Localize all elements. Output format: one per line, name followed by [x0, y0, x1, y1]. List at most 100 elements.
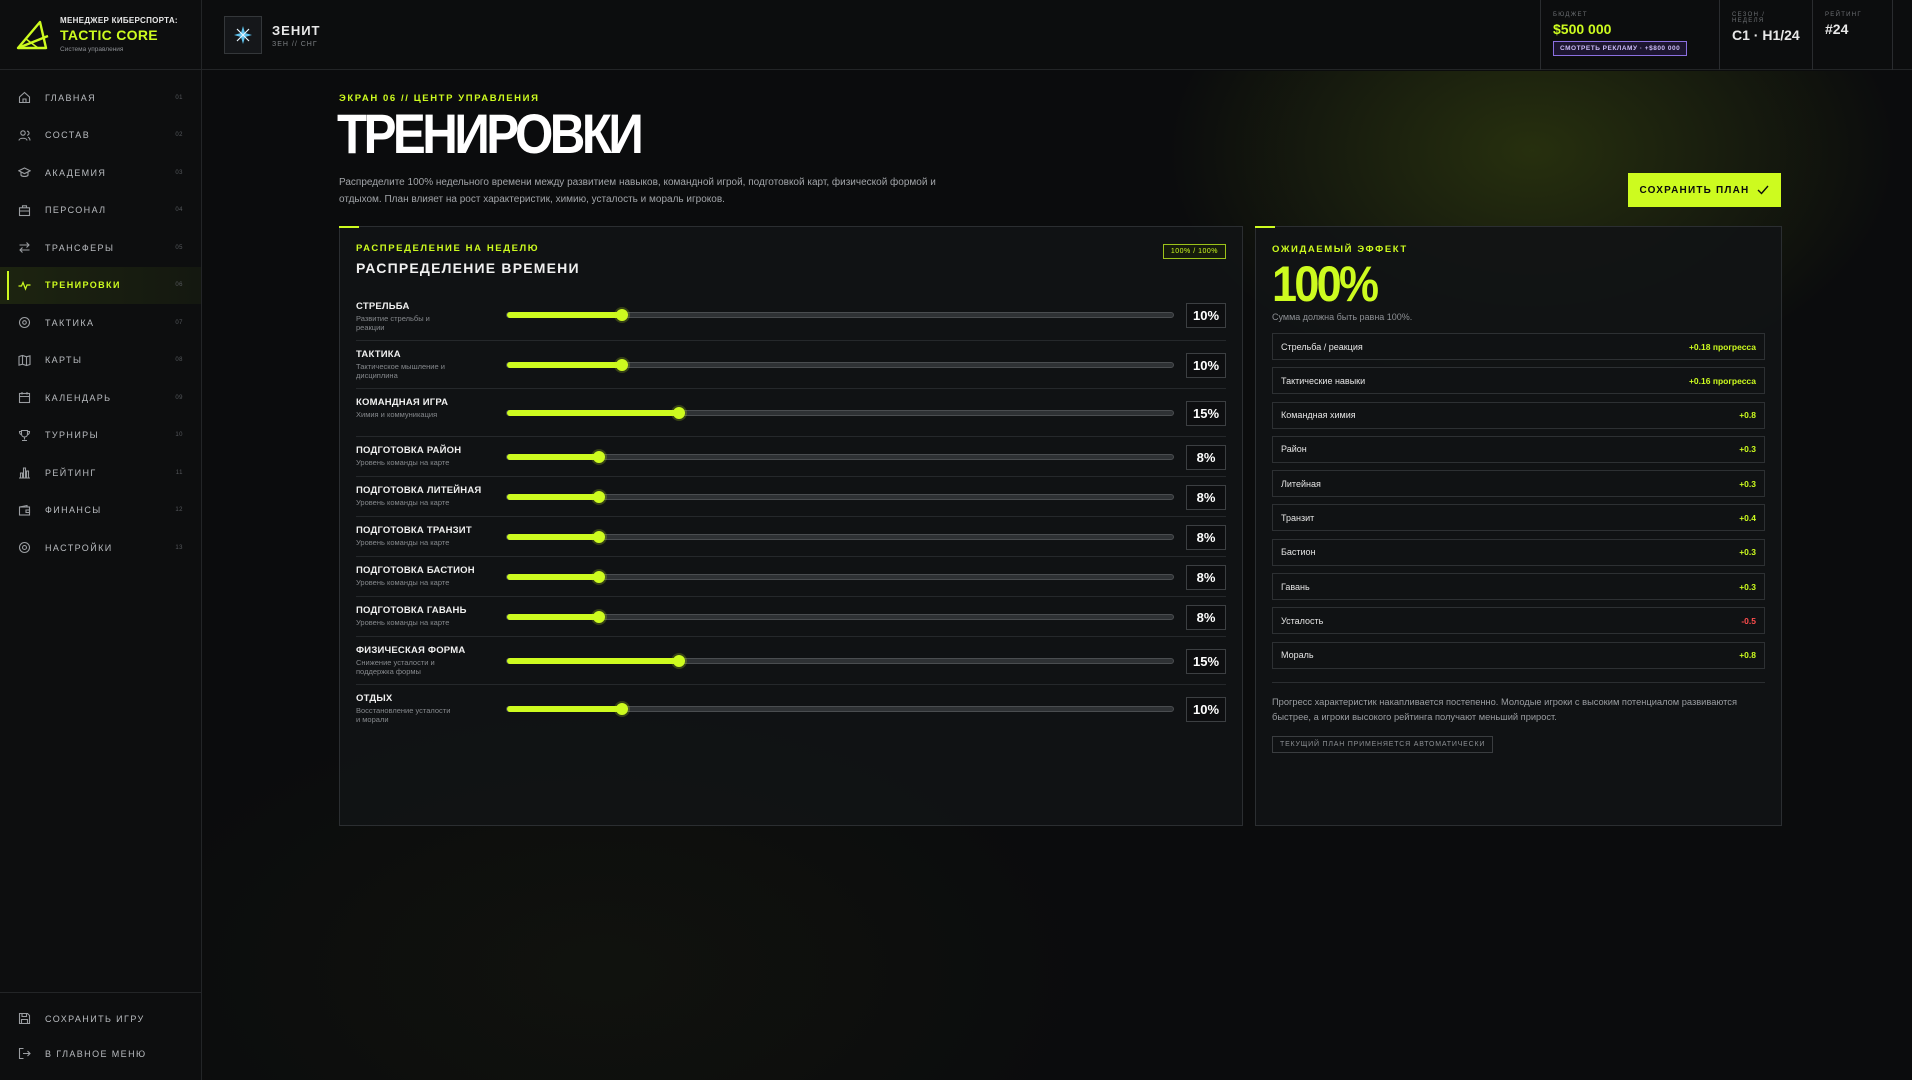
sidebar-item-calendar[interactable]: КАЛЕНДАРЬ 09 — [0, 379, 201, 417]
slider-thumb[interactable] — [615, 359, 628, 371]
main-menu-button[interactable]: В ГЛАВНОЕ МЕНЮ — [0, 1036, 201, 1071]
slider-fill — [507, 658, 680, 664]
sidebar-item-academy[interactable]: АКАДЕМИЯ 03 — [0, 154, 201, 192]
allocation-name: СТРЕЛЬБА — [356, 301, 410, 312]
allocation-row: ТАКТИКА Тактическое мышление и дисциплина… — [356, 341, 1226, 389]
sidebar-item-label: ФИНАНСЫ — [45, 505, 102, 516]
watch-ad-button[interactable]: СМОТРЕТЬ РЕКЛАМУ · +$800 000 — [1553, 41, 1688, 56]
slider-thumb[interactable] — [592, 611, 605, 623]
sidebar-item-number: 06 — [175, 282, 183, 289]
sidebar-item-home[interactable]: ГЛАВНАЯ 01 — [0, 79, 201, 117]
allocation-row: ПОДГОТОВКА БАСТИОН Уровень команды на кар… — [356, 557, 1226, 597]
top-bar: ЗЕНИТ ЗЕН // СНГ БЮДЖЕТ $500 000 СМОТРЕТ… — [202, 0, 1912, 70]
season-label: СЕЗОН / НЕДЕЛЯ — [1732, 12, 1766, 24]
effect-name: Командная химия — [1281, 410, 1356, 421]
slider-fill — [507, 410, 680, 416]
page-title: ТРЕНИРОВКИ — [337, 102, 644, 165]
allocation-value: 10% — [1186, 353, 1226, 378]
sidebar-item-training[interactable]: ТРЕНИРОВКИ 06 — [0, 266, 201, 304]
time-allocation-panel: РАСПРЕДЕЛЕНИЕ НА НЕДЕЛЮ РАСПРЕДЕЛЕНИЕ ВР… — [339, 226, 1243, 826]
sidebar-item-tournaments[interactable]: ТУРНИРЫ 10 — [0, 417, 201, 455]
slider-thumb[interactable] — [592, 491, 605, 503]
allocation-row: ПОДГОТОВКА ТРАНЗИТ Уровень команды на кар… — [356, 517, 1226, 557]
allocation-row: КОМАНДНАЯ ИГРА Химия и коммуникация 15% — [356, 389, 1226, 437]
sidebar-item-label: РЕЙТИНГ — [45, 467, 97, 478]
main-nav: ГЛАВНАЯ 01 СОСТАВ 02 АКАДЕМИЯ 03 ПЕРСОНА… — [0, 79, 201, 567]
allocation-name: ПОДГОТОВКА БАСТИОН — [356, 565, 475, 576]
effect-value: +0.8 — [1739, 650, 1756, 661]
effect-row: Литейная +0.3 — [1272, 470, 1765, 498]
slider-fill — [507, 574, 599, 580]
sidebar-item-settings[interactable]: НАСТРОЙКИ 13 — [0, 529, 201, 567]
trophy-icon — [18, 429, 31, 442]
page-description: Распределите 100% недельного времени меж… — [339, 177, 936, 205]
effect-row: Бастион +0.3 — [1272, 538, 1765, 566]
allocation-kicker: РАСПРЕДЕЛЕНИЕ НА НЕДЕЛЮ — [356, 243, 540, 254]
sidebar-item-label: ТУРНИРЫ — [45, 430, 99, 441]
slider-thumb[interactable] — [592, 531, 605, 543]
main-menu-label: В ГЛАВНОЕ МЕНЮ — [45, 1048, 147, 1059]
allocation-description: Восстановление усталости и морали — [356, 706, 451, 724]
slider-fill — [507, 312, 622, 318]
transfer-arrows-icon — [18, 241, 31, 254]
slider-thumb[interactable] — [592, 451, 605, 463]
sidebar-item-number: 07 — [175, 319, 183, 326]
effect-kicker: ОЖИДАЕМЫЙ ЭФФЕКТ — [1272, 244, 1408, 255]
team-info: ЗЕНИТ ЗЕН // СНГ — [224, 16, 321, 54]
allocation-slider[interactable] — [506, 309, 1174, 321]
effect-row: Тактические навыки +0.16 прогресса — [1272, 367, 1765, 395]
allocation-description: Уровень команды на карте — [356, 498, 450, 507]
effect-row: Командная химия +0.8 — [1272, 401, 1765, 429]
effect-value: +0.4 — [1739, 512, 1756, 523]
slider-fill — [507, 362, 622, 368]
sidebar-item-tactics[interactable]: ТАКТИКА 07 — [0, 304, 201, 342]
allocation-name: ПОДГОТОВКА ЛИТЕЙНАЯ — [356, 485, 482, 496]
sidebar-item-number: 05 — [175, 244, 183, 251]
allocation-slider[interactable] — [506, 491, 1174, 503]
sidebar-item-rating[interactable]: РЕЙТИНГ 11 — [0, 454, 201, 492]
budget-label: БЮДЖЕТ — [1553, 12, 1588, 18]
save-plan-button[interactable]: СОХРАНИТЬ ПЛАН — [1628, 173, 1781, 207]
effect-total: 100% — [1272, 256, 1379, 312]
save-game-label: СОХРАНИТЬ ИГРУ — [45, 1013, 145, 1024]
slider-thumb[interactable] — [615, 309, 628, 321]
allocation-slider[interactable] — [506, 703, 1174, 715]
sidebar-item-transfers[interactable]: ТРАНСФЕРЫ 05 — [0, 229, 201, 267]
allocation-slider[interactable] — [506, 531, 1174, 543]
allocation-value: 8% — [1186, 525, 1226, 550]
allocation-description: Уровень команды на карте — [356, 578, 450, 587]
sidebar-item-label: НАСТРОЙКИ — [45, 542, 113, 553]
allocation-slider[interactable] — [506, 359, 1174, 371]
allocation-value: 10% — [1186, 303, 1226, 328]
allocation-name: ФИЗИЧЕСКАЯ ФОРМА — [356, 645, 466, 656]
allocation-slider[interactable] — [506, 407, 1174, 419]
sidebar-item-finance[interactable]: ФИНАНСЫ 12 — [0, 492, 201, 530]
sidebar-item-number: 08 — [175, 357, 183, 364]
allocation-total-badge: 100% / 100% — [1162, 244, 1226, 259]
allocation-row: ПОДГОТОВКА РАЙОН Уровень команды на карте… — [356, 437, 1226, 477]
slider-thumb[interactable] — [673, 407, 686, 419]
effect-value: +0.3 — [1739, 444, 1756, 455]
allocation-value: 8% — [1186, 485, 1226, 510]
allocation-slider[interactable] — [506, 571, 1174, 583]
allocation-slider[interactable] — [506, 655, 1174, 667]
sidebar-item-number: 13 — [175, 544, 183, 551]
sidebar-item-maps[interactable]: КАРТЫ 08 — [0, 342, 201, 380]
rating-value: #24 — [1825, 21, 1849, 37]
save-game-button[interactable]: СОХРАНИТЬ ИГРУ — [0, 1001, 201, 1036]
slider-thumb[interactable] — [673, 655, 686, 667]
allocation-row: ПОДГОТОВКА ЛИТЕЙНАЯ Уровень команды на ка… — [356, 477, 1226, 517]
slider-thumb[interactable] — [615, 703, 628, 715]
progress-note: Прогресс характеристик накапливается пос… — [1272, 697, 1737, 722]
allocation-row: СТРЕЛЬБА Развитие стрельбы и реакции 10% — [356, 297, 1226, 341]
rating-label: РЕЙТИНГ — [1825, 12, 1862, 18]
slider-thumb[interactable] — [592, 571, 605, 583]
allocation-slider[interactable] — [506, 451, 1174, 463]
sidebar-item-number: 12 — [175, 507, 183, 514]
allocation-slider[interactable] — [506, 611, 1174, 623]
effect-name: Мораль — [1281, 650, 1314, 661]
map-icon — [18, 354, 31, 367]
sidebar-item-staff[interactable]: ПЕРСОНАЛ 04 — [0, 192, 201, 230]
effect-value: +0.3 — [1739, 581, 1756, 592]
sidebar-item-roster[interactable]: СОСТАВ 02 — [0, 117, 201, 155]
